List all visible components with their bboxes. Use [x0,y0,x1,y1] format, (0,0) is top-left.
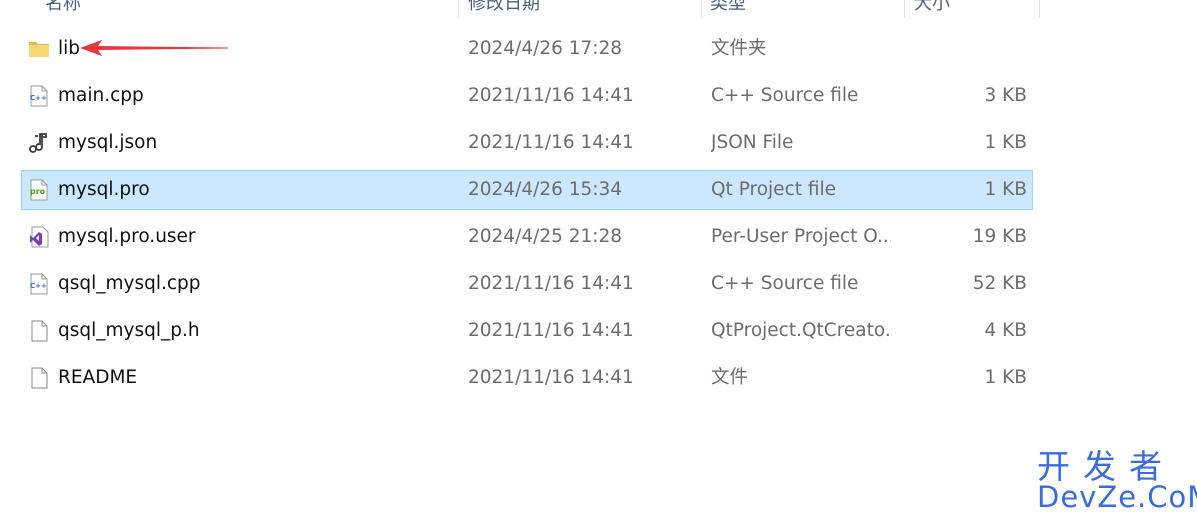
file-size: 19 KB [972,226,1027,247]
file-name: lib [58,38,81,59]
column-header-bar: 名称 修改日期 类型 大小 [0,0,1197,18]
file-date: 2024/4/25 21:28 [468,226,623,247]
file-size: 1 KB [984,179,1027,200]
json-file-icon [28,132,50,154]
file-size: 1 KB [984,367,1027,388]
column-divider[interactable] [904,0,905,18]
file-name: qsql_mysql_p.h [58,320,200,341]
blank-file-icon [28,320,50,342]
file-type: C++ Source file [711,85,859,106]
file-type: Qt Project file [711,179,837,200]
file-row[interactable]: mysql.pro.user 2024/4/25 21:28 Per-User Pr… [21,217,1033,257]
watermark-logo: 开发者 DevZe.CoM [1037,448,1197,514]
file-type: 文件 [711,367,749,388]
column-header-type[interactable]: 类型 [710,0,746,18]
file-row[interactable]: C++ qsql_mysql.cpp 2021/11/16 14:41 C++ Sou… [21,264,1033,304]
file-size: 1 KB [984,132,1027,153]
svg-text:pro: pro [30,187,46,196]
file-row[interactable]: C++ main.cpp 2021/11/16 14:41 C++ Source fi… [21,76,1033,116]
visual-studio-file-icon [28,226,50,248]
pro-file-icon: pro [28,179,50,201]
column-header-size[interactable]: 大小 [914,0,950,18]
file-type: C++ Source file [711,273,859,294]
file-row[interactable]: pro mysql.pro 2024/4/26 15:34 Qt Project fi… [21,170,1033,210]
column-header-date[interactable]: 修改日期 [468,0,540,18]
column-divider[interactable] [458,0,459,18]
file-row[interactable]: mysql.json 2021/11/16 14:41 JSON File 1 KB [21,123,1033,163]
column-divider[interactable] [701,0,702,18]
file-name: qsql_mysql.cpp [58,273,201,294]
file-date: 2024/4/26 15:34 [468,179,623,200]
file-size: 4 KB [984,320,1027,341]
file-date: 2021/11/16 14:41 [468,320,634,341]
file-date: 2021/11/16 14:41 [468,132,634,153]
file-date: 2024/4/26 17:28 [468,38,623,59]
cpp-file-icon: C++ [28,273,50,295]
file-type: JSON File [711,132,794,153]
file-name: README [58,367,138,388]
file-row[interactable]: README 2021/11/16 14:41 文件 1 KB [21,358,1033,398]
file-size: 52 KB [972,273,1027,294]
column-divider[interactable] [1039,0,1040,18]
file-type: QtProject.QtCreato... [711,320,891,341]
file-name: mysql.pro [58,179,150,200]
folder-icon [28,38,50,60]
file-date: 2021/11/16 14:41 [468,367,634,388]
svg-text:C++: C++ [30,282,47,290]
blank-file-icon [28,367,50,389]
file-size: 3 KB [984,85,1027,106]
watermark-en: DevZe.CoM [1037,480,1197,514]
file-date: 2021/11/16 14:41 [468,273,634,294]
annotation-arrow [80,40,228,56]
file-row[interactable]: qsql_mysql_p.h 2021/11/16 14:41 QtProject.… [21,311,1033,351]
file-name: mysql.pro.user [58,226,196,247]
cpp-file-icon: C++ [28,85,50,107]
file-date: 2021/11/16 14:41 [468,85,634,106]
file-type: Per-User Project O... [711,226,891,247]
file-name: main.cpp [58,85,144,106]
svg-text:C++: C++ [30,94,47,102]
file-type: 文件夹 [711,38,767,59]
file-name: mysql.json [58,132,158,153]
column-header-name[interactable]: 名称 [45,0,81,18]
